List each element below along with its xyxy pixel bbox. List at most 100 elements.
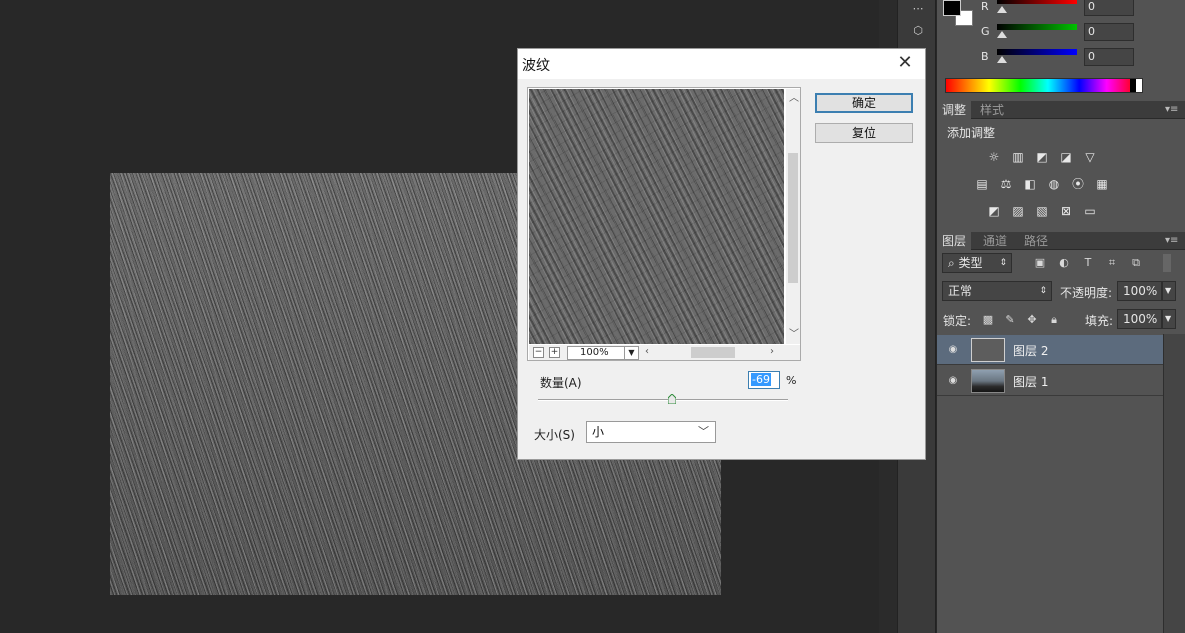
vibrance-icon[interactable]: ▽ [1082,150,1098,164]
color-spectrum-bar[interactable] [945,78,1143,93]
threshold-icon[interactable]: ▧ [1034,204,1050,218]
amount-unit: % [786,374,797,387]
fill-dropdown[interactable]: ▼ [1162,309,1176,329]
dialog-title: 波纹 [522,58,550,74]
zoom-out-button[interactable]: − [533,347,544,358]
blue-value-field[interactable]: 0 [1084,48,1134,66]
green-value-field[interactable]: 0 [1084,23,1134,41]
ok-button[interactable]: 确定 [815,93,913,113]
right-panels: R 0 G 0 B 0 调整 样式 ▾≡ 添加调整 ☼ ▥ ◩ ◪ ▽ ▤ ⚖ … [937,0,1185,633]
scroll-down-icon[interactable]: ﹀ [789,329,799,341]
updown-icon: ⇕ [1039,286,1047,296]
amount-input[interactable]: -69 [748,371,780,389]
scroll-up-icon[interactable]: ︿ [789,93,799,105]
invert-icon[interactable]: ◩ [986,204,1002,218]
layer-thumbnail [971,338,1005,362]
tab-styles[interactable]: 样式 [975,101,1009,119]
curves-icon[interactable]: ◩ [1034,150,1050,164]
scroll-right-icon[interactable]: › [770,346,774,358]
exposure-icon[interactable]: ◪ [1058,150,1074,164]
preview-bottom-bar: − + 100% ▼ ‹ › [529,345,800,360]
blue-channel-slider[interactable] [997,49,1077,55]
opacity-input[interactable]: 100% [1117,281,1162,301]
layer-name[interactable]: 图层 2 [1013,342,1048,359]
preview-vertical-thumb[interactable] [788,153,798,283]
blue-channel-label: B [981,50,989,63]
green-channel-slider[interactable] [997,24,1077,30]
3d-panel-icon[interactable]: ⬡ [908,22,928,40]
tab-paths[interactable]: 路径 [1019,232,1053,250]
brightness-icon[interactable]: ☼ [986,150,1002,164]
ripple-filter-dialog: 波纹 ✕ ︿ ﹀ − + 100% ▼ ‹ › 确定 复位 数量(A) -69 … [517,48,926,460]
color-lookup-icon[interactable]: ▦ [1094,177,1110,191]
layer-row[interactable]: ◉ 图层 1 [937,366,1163,396]
preview-vertical-scrollbar[interactable]: ︿ ﹀ [786,89,800,344]
search-icon: ⌕ [948,256,959,270]
panel-menu-icon[interactable]: ▾≡ [1165,104,1181,116]
green-slider-thumb[interactable] [997,31,1007,38]
reset-button[interactable]: 复位 [815,123,913,143]
selective-color-icon[interactable]: ⊠ [1058,204,1074,218]
red-channel-label: R [981,0,989,13]
blend-mode-value: 正常 [948,284,973,298]
size-label: 大小(S) [534,428,575,442]
filter-shape-icon[interactable]: ⌗ [1105,256,1119,270]
lock-transparency-icon[interactable]: ▩ [981,313,995,327]
black-white-icon[interactable]: ◧ [1022,177,1038,191]
posterize-icon[interactable]: ▨ [1010,204,1026,218]
lock-position-icon[interactable]: ✥ [1025,313,1039,327]
layers-panel-menu-icon[interactable]: ▾≡ [1165,235,1181,247]
size-value: 小 [592,425,605,439]
layer-row[interactable]: ◉ 图层 2 [937,335,1163,365]
layer-filter-select[interactable]: ⌕ 类型 ⇕ [942,253,1012,273]
filter-pixel-icon[interactable]: ▣ [1033,256,1047,270]
filter-preview: ︿ ﹀ − + 100% ▼ ‹ › [527,87,801,361]
layer-name[interactable]: 图层 1 [1013,373,1048,390]
foreground-color-swatch-front[interactable] [943,0,961,16]
gradient-map-icon[interactable]: ▭ [1082,204,1098,218]
blue-slider-thumb[interactable] [997,56,1007,63]
updown-icon: ⇕ [999,258,1007,268]
tab-layers[interactable]: 图层 [937,232,972,250]
opacity-dropdown[interactable]: ▼ [1162,281,1176,301]
photo-filter-icon[interactable]: ◍ [1046,177,1062,191]
amount-slider-thumb[interactable] [667,394,676,404]
scroll-left-icon[interactable]: ‹ [645,346,649,358]
visibility-eye-icon[interactable]: ◉ [946,374,960,388]
channel-mixer-icon[interactable]: ⦿ [1070,177,1086,191]
zoom-level-select[interactable]: 100% ▼ [567,346,639,360]
visibility-eye-icon[interactable]: ◉ [946,343,960,357]
layer-thumbnail [971,369,1005,393]
green-channel-label: G [981,25,990,38]
opacity-label: 不透明度: [1060,286,1113,300]
levels-icon[interactable]: ▥ [1010,150,1026,164]
layer-filter-value: 类型 [958,256,983,270]
layers-scrollbar[interactable] [1163,334,1185,633]
filter-adjustment-icon[interactable]: ◐ [1057,256,1071,270]
blend-mode-select[interactable]: 正常 ⇕ [942,281,1052,301]
red-value-field[interactable]: 0 [1084,0,1134,16]
adjustments-title: 添加调整 [947,126,996,140]
color-balance-icon[interactable]: ⚖ [998,177,1014,191]
preview-horizontal-thumb[interactable] [691,347,735,358]
tab-adjustments[interactable]: 调整 [937,101,972,119]
panel-grip-icon[interactable]: ⋯ [908,0,928,18]
zoom-in-button[interactable]: + [549,347,560,358]
amount-value: -69 [751,373,771,386]
filter-toggle[interactable] [1163,254,1171,272]
amount-slider-track[interactable] [538,399,788,401]
size-select[interactable]: 小 ﹀ [586,421,716,443]
hue-saturation-icon[interactable]: ▤ [974,177,990,191]
filter-smart-object-icon[interactable]: ⧉ [1129,256,1143,270]
tab-channels[interactable]: 通道 [978,232,1012,250]
dialog-titlebar[interactable]: 波纹 ✕ [518,49,925,79]
red-channel-slider[interactable] [997,0,1077,4]
preview-image[interactable] [529,89,784,344]
fill-input[interactable]: 100% [1117,309,1162,329]
fill-label: 填充: [1085,314,1114,328]
lock-paint-icon[interactable]: ✎ [1003,313,1017,327]
lock-all-icon[interactable]: 🔒︎ [1047,313,1061,327]
red-slider-thumb[interactable] [997,6,1007,13]
filter-type-icon[interactable]: T [1081,256,1095,270]
close-icon[interactable]: ✕ [895,53,915,73]
